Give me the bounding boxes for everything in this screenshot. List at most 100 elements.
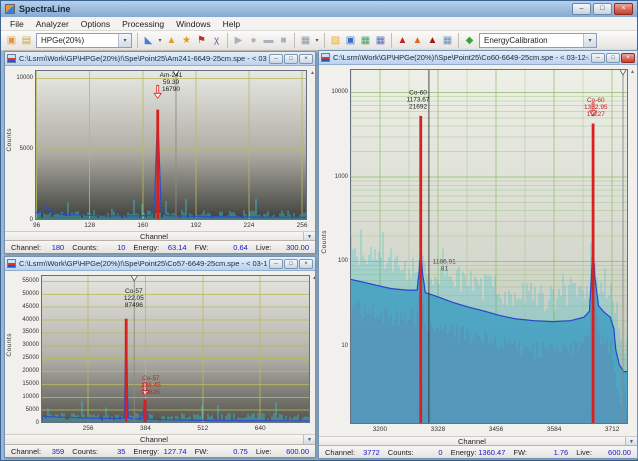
- window-buttons: – □ ×: [572, 3, 633, 15]
- child-restore-button[interactable]: □: [606, 53, 620, 63]
- app-window: SpectraLine – □ × FileAnalyzerOptionsPro…: [0, 0, 638, 461]
- child-minimize-button[interactable]: –: [269, 54, 283, 64]
- child-titlebar[interactable]: C:\Lsrm\Work\GP\HPGe(20%)!\Spe\Point25\C…: [319, 51, 637, 65]
- x-tick-label: 640: [255, 425, 266, 432]
- save-spectrum-icon[interactable]: ▣: [343, 33, 358, 49]
- child-close-button[interactable]: ×: [299, 259, 313, 269]
- peak-area-icon[interactable]: ▲: [425, 33, 440, 49]
- child-titlebar[interactable]: C:\Lsrm\Work\GP\HPGe(20%)!\Spe\Point25\A…: [5, 52, 315, 66]
- record-icon[interactable]: ●: [246, 33, 261, 49]
- scroll-up-icon[interactable]: ▲: [630, 69, 635, 75]
- status-field: Live:600.00: [252, 447, 313, 456]
- child-restore-button[interactable]: □: [284, 54, 298, 64]
- status-field: Energy:127.74: [129, 447, 190, 456]
- spectrum-file-icon: [7, 54, 16, 63]
- y-tick-label: 55000: [15, 278, 39, 284]
- spectrum-window-co57: C:\Lsrm\Work\GP\HPGe(20%)!\Spe\Point25\C…: [4, 256, 316, 458]
- spectrum-canvas[interactable]: Co-57122.0587496Co-57136.4510825: [41, 275, 310, 423]
- titlebar[interactable]: SpectraLine – □ ×: [1, 1, 637, 17]
- chevron-down-icon[interactable]: ▾: [583, 34, 596, 47]
- start-acquisition-icon[interactable]: ▶: [231, 33, 246, 49]
- status-label: Channel:: [11, 243, 41, 252]
- peak-markers-icon[interactable]: ▲: [410, 33, 425, 49]
- child-close-button[interactable]: ×: [299, 54, 313, 64]
- status-value: 10: [117, 243, 125, 252]
- export-image-icon[interactable]: ▦: [373, 33, 388, 49]
- pause-icon[interactable]: ▬: [261, 33, 276, 49]
- svg-text:Co-601332.9519227: Co-601332.9519227: [584, 97, 608, 118]
- star-icon[interactable]: ★: [179, 33, 194, 49]
- spectrum-canvas[interactable]: Am-24159.3916790: [35, 70, 307, 220]
- status-value: 1.76: [554, 448, 569, 457]
- calibration-combo[interactable]: EnergyCalibration▾: [479, 33, 597, 48]
- close-button[interactable]: ×: [614, 3, 633, 15]
- menu-windows[interactable]: Windows: [170, 18, 216, 30]
- status-field: Counts:10: [68, 243, 129, 252]
- status-field: Channel:180: [7, 243, 68, 252]
- y-tick-label: 1000: [324, 174, 348, 180]
- status-value: 127.74: [164, 447, 187, 456]
- child-minimize-button[interactable]: –: [269, 259, 283, 269]
- app-title: SpectraLine: [19, 4, 71, 14]
- x-tick-label: 256: [83, 425, 94, 432]
- spectra-list-icon[interactable]: ▤: [19, 33, 34, 49]
- chevron-down-icon[interactable]: ▾: [118, 34, 131, 47]
- spectrum-plot[interactable]: Am-24159.3916790: [35, 70, 307, 220]
- menu-options[interactable]: Options: [75, 18, 116, 30]
- chevron-down-icon[interactable]: ▼: [303, 435, 315, 444]
- spectrum-canvas[interactable]: 1186.9181Co-601173.6721692Co-601332.9519…: [350, 69, 628, 424]
- dropdown-caret-icon[interactable]: ▾: [313, 33, 321, 49]
- x-tick-label: 3328: [431, 426, 445, 433]
- menu-help[interactable]: Help: [217, 18, 246, 30]
- dropdown-caret-icon[interactable]: ▾: [156, 33, 164, 49]
- peak-search-icon[interactable]: ▲: [164, 33, 179, 49]
- status-label: Energy:: [133, 243, 159, 252]
- child-restore-button[interactable]: □: [284, 259, 298, 269]
- spectrum-plot[interactable]: Co-57122.0587496Co-57136.4510825: [41, 275, 310, 423]
- status-label: Counts:: [388, 448, 414, 457]
- x-tick-label: 512: [197, 425, 208, 432]
- open-spectrum-icon[interactable]: ▨: [328, 33, 343, 49]
- flag-icon[interactable]: ⚑: [194, 33, 209, 49]
- y-tick-label: 30000: [15, 342, 39, 348]
- toolbar-separator: [324, 33, 325, 48]
- detector-grid-icon[interactable]: ▦: [298, 33, 313, 49]
- minimize-button[interactable]: –: [572, 3, 591, 15]
- child-minimize-button[interactable]: –: [591, 53, 605, 63]
- smoothing-funnel-icon[interactable]: ◣: [141, 33, 156, 49]
- status-value: 1360.47: [478, 448, 505, 457]
- report-image-icon[interactable]: ▦: [358, 33, 373, 49]
- background-icon[interactable]: ▦: [440, 33, 455, 49]
- status-value: 3772: [363, 448, 380, 457]
- toolbar-separator: [458, 33, 459, 48]
- x-tick-label: 256: [297, 222, 308, 229]
- menu-file[interactable]: File: [4, 18, 30, 30]
- status-field: FW:0.64: [191, 243, 252, 252]
- child-titlebar[interactable]: C:\Lsrm\Work\GP\HPGe(20%)!\Spe\Point25\C…: [5, 257, 315, 271]
- status-field: Energy:1360.47: [447, 448, 510, 457]
- status-value: 359: [52, 447, 65, 456]
- svg-text:Co-601173.6721692: Co-601173.6721692: [407, 89, 430, 110]
- svg-text:Co-57122.0587496: Co-57122.0587496: [124, 288, 144, 309]
- child-close-button[interactable]: ×: [621, 53, 635, 63]
- scroll-up-icon[interactable]: ▲: [312, 275, 315, 281]
- toolbar-separator: [294, 33, 295, 48]
- cascade-windows-icon[interactable]: ▣: [4, 33, 19, 49]
- detector-combo[interactable]: HPGe(20%)▾: [36, 33, 132, 48]
- maximize-button[interactable]: □: [593, 3, 612, 15]
- spectrum-file-icon: [7, 259, 16, 268]
- status-value: 0: [438, 448, 442, 457]
- menu-processing[interactable]: Processing: [116, 18, 170, 30]
- energy-calibration-icon[interactable]: ◆: [462, 33, 477, 49]
- spectrum-plot[interactable]: 1186.9181Co-601173.6721692Co-601332.9519…: [350, 69, 628, 424]
- stop-icon[interactable]: ■: [276, 33, 291, 49]
- fit-function-icon[interactable]: χ: [209, 33, 224, 49]
- menu-analyzer[interactable]: Analyzer: [30, 18, 75, 30]
- spectrum-view: Counts 1186.9181Co-601173.6721692Co-6013…: [319, 65, 637, 458]
- peak-analysis-icon[interactable]: ▲: [395, 33, 410, 49]
- status-label: Live:: [256, 243, 272, 252]
- x-tick-label: 3200: [373, 426, 387, 433]
- scroll-up-icon[interactable]: ▲: [310, 70, 315, 76]
- menubar: FileAnalyzerOptionsProcessingWindowsHelp: [1, 17, 637, 31]
- y-tick-label: 15000: [15, 381, 39, 387]
